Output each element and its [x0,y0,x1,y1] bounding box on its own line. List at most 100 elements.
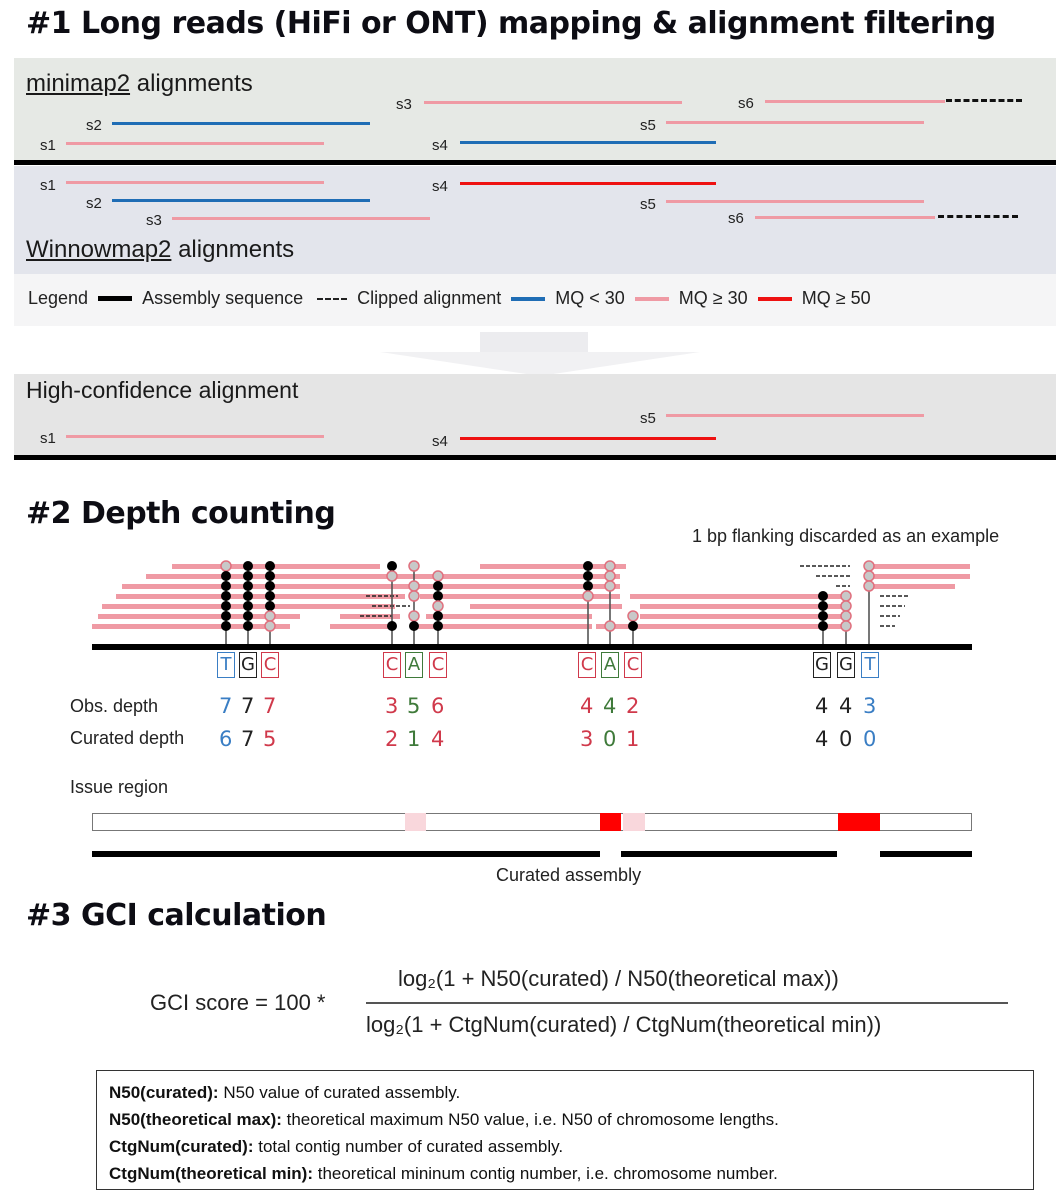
minimap2-heading-suffix: alignments [130,70,253,97]
base-box: G [837,652,855,678]
curated-contig [92,851,600,857]
obs-depth-value: 4 [603,694,617,718]
match-dot [583,571,593,581]
issue-region-label: Issue region [70,777,169,797]
legend-swatch-mq-ge-50 [757,296,792,301]
curated-depth-value: 2 [385,727,399,751]
obs-depth-value: 7 [241,694,255,718]
read-alignment-s1 [66,435,324,438]
read-alignment-s4 [460,141,716,144]
formula-lhs: GCI score = 100 * [150,990,326,1015]
obs-depth-value: 3 [863,694,877,718]
definition-term: N50(theoretical max): [109,1110,282,1129]
match-dot [265,561,275,571]
read-bar [630,594,850,599]
match-dot [628,621,638,631]
curated-contig [880,851,972,857]
read-bar [366,574,590,579]
match-dot [265,581,275,591]
match-dot [583,581,593,591]
read-label: s3 [146,212,162,229]
definition-text: N50 value of curated assembly. [218,1083,461,1102]
obs-depth-value: 7 [263,694,277,718]
assembly-sequence-line [14,160,1056,165]
mismatch-dot [604,570,616,582]
minimap2-tool-name: minimap2 [26,70,131,97]
high-confidence-heading: High-confidence alignment [26,377,299,403]
read-bar [172,564,380,569]
mismatch-dot [408,580,420,592]
assembly-line [92,644,972,650]
mismatch-dot [408,590,420,602]
legend-swatch-clipped [317,297,348,300]
mismatch-dot [408,610,420,622]
curated-depth-value: 5 [263,727,277,751]
read-alignment-s2 [112,122,370,125]
definition-term: CtgNum(theoretical min): [109,1164,313,1183]
match-dot [221,591,231,601]
match-dot [221,581,231,591]
minimap2-heading: minimap2 alignments [26,70,253,98]
read-bar [116,594,405,599]
read-alignment-s5 [666,414,924,417]
match-dot [818,591,828,601]
read-bar [576,604,622,609]
curated-depth-value: 1 [407,727,421,751]
base-box: C [578,652,596,678]
read-label: s2 [86,117,102,134]
match-dot [818,611,828,621]
match-dot [243,581,253,591]
curated-depth-value: 0 [863,727,877,751]
match-dot [243,561,253,571]
down-arrow-icon [380,332,700,376]
read-label: s6 [728,210,744,227]
base-box: T [217,652,235,678]
mismatch-dot [432,570,444,582]
read-bar [869,584,955,589]
base-box: A [405,652,423,678]
read-label: s4 [432,433,448,450]
mismatch-dot [264,620,276,632]
read-bar [320,604,395,609]
match-dot [818,601,828,611]
read-alignment-s5 [666,200,924,203]
read-alignment-s4 [460,182,716,185]
read-label: s6 [738,95,754,112]
read-label: s5 [640,196,656,213]
match-dot [387,621,397,631]
base-box: G [813,652,831,678]
read-bar [470,604,590,609]
curated-depth-value: 7 [241,727,255,751]
obs-depth-value: 3 [385,694,399,718]
read-bar [869,574,970,579]
read-alignment-s1 [66,142,324,145]
base-box: G [239,652,257,678]
match-dot [387,561,397,571]
mismatch-dot [386,570,398,582]
mismatch-dot [604,560,616,572]
definition-text: theoretical maximum N50 value, i.e. N50 … [281,1110,779,1129]
mismatch-dot [582,590,594,602]
formula-numerator: log₂(1 + N50(curated) / N50(theoretical … [398,966,839,991]
read-bar [330,624,395,629]
mismatch-dot [264,610,276,622]
legend-swatch-mq-lt-30 [511,296,546,301]
legend-label: MQ ≥ 30 [678,288,748,308]
mismatch-dot [604,580,616,592]
match-dot [433,581,443,591]
definitions-box: N50(curated): N50 value of curated assem… [96,1070,1034,1190]
read-alignment-s6 [765,100,945,103]
obs-depth-value: 4 [839,694,853,718]
read-label: s2 [86,195,102,212]
mismatch-dot [604,620,616,632]
section1-title: #1 Long reads (HiFi or ONT) mapping & al… [26,6,996,41]
match-dot [433,611,443,621]
definition-term: CtgNum(curated): [109,1137,254,1156]
read-label: s4 [432,137,448,154]
read-bar [146,574,380,579]
match-dot [221,601,231,611]
read-label: s3 [396,96,412,113]
read-alignment-s3 [424,101,682,104]
match-dot [243,601,253,611]
mismatch-dot [863,560,875,572]
